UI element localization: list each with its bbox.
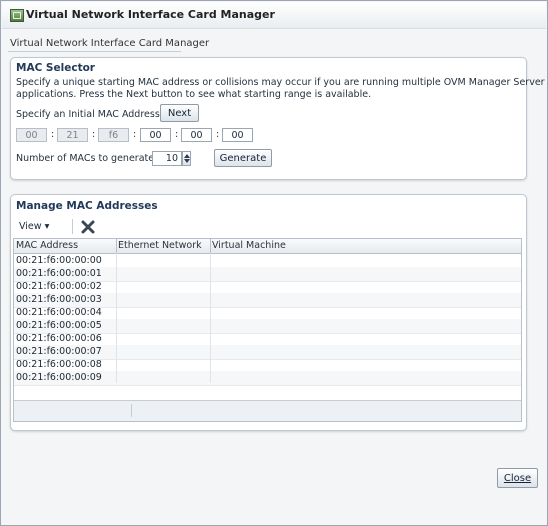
mac-address-cell: 00:21:f6:00:00:03 [16,294,102,305]
column-divider[interactable] [210,239,211,253]
subtitle-divider [8,51,181,52]
column-divider[interactable] [116,239,117,253]
title-bar: Virtual Network Interface Card Manager [2,2,546,29]
mac-address-cell: 00:21:f6:00:00:04 [16,307,102,318]
mac-address-cell: 00:21:f6:00:00:09 [16,372,102,383]
initial-mac-label: Specify an Initial MAC Address: [16,109,163,120]
mac-octet-5-input[interactable]: 00 [181,128,212,142]
vnic-manager-dialog: Virtual Network Interface Card Manager V… [0,0,548,526]
spinner-down-icon[interactable] [184,159,190,163]
mac-separator: : [92,129,96,140]
mac-address-cell: 00:21:f6:00:00:00 [16,255,102,266]
mac-octet-2: 21 [57,128,88,142]
mac-selector-title: MAC Selector [16,62,95,74]
column-divider [210,253,211,383]
table-status-bar [14,400,521,421]
table-toolbar: View ▾ [13,217,522,237]
mac-separator: : [51,129,55,140]
column-header-virtual-machine[interactable]: Virtual Machine [212,240,286,251]
mac-octet-4-input[interactable]: 00 [140,128,171,142]
manage-mac-title: Manage MAC Addresses [16,200,158,212]
mac-address-cell: 00:21:f6:00:00:01 [16,268,102,279]
mac-address-cell: 00:21:f6:00:00:05 [16,320,102,331]
next-button[interactable]: Next [160,104,199,122]
column-divider [116,253,117,383]
mac-selector-description: Specify a unique starting MAC address or… [16,77,545,88]
mac-address-cell: 00:21:f6:00:00:06 [16,333,102,344]
toolbar-divider [72,219,73,234]
window-title: Virtual Network Interface Card Manager [26,8,275,21]
mac-count-label: Number of MACs to generate: [16,153,158,164]
mac-address-cell: 00:21:f6:00:00:02 [16,281,102,292]
mac-separator: : [133,129,137,140]
delete-x-icon[interactable] [80,219,96,235]
mac-separator: : [216,129,220,140]
table-row[interactable]: 00:21:f6:00:00:09 [14,371,521,386]
page-subtitle: Virtual Network Interface Card Manager [10,38,210,49]
mac-octet-6-input[interactable]: 00 [222,128,253,142]
mac-octet-3: f6 [98,128,129,142]
mac-selector-description-2: applications. Press the Next button to s… [16,89,372,100]
generate-button[interactable]: Generate [214,149,272,167]
view-menu-button[interactable]: View ▾ [19,221,49,232]
spinner-up-icon[interactable] [184,154,190,158]
mac-address-cell: 00:21:f6:00:00:07 [16,346,102,357]
close-button[interactable]: Close [497,468,538,488]
status-divider [131,404,132,417]
column-header-ethernet-network[interactable]: Ethernet Network [118,240,202,251]
column-header-mac-address[interactable]: MAC Address [16,240,78,251]
window-icon [10,9,24,22]
mac-address-cell: 00:21:f6:00:00:08 [16,359,102,370]
mac-octet-1: 00 [16,128,47,142]
mac-separator: : [175,129,179,140]
mac-address-table: MAC Address Ethernet Network Virtual Mac… [13,238,522,422]
table-header: MAC Address Ethernet Network Virtual Mac… [14,239,521,254]
mac-count-input[interactable]: 10 [152,151,182,166]
mac-count-spinner[interactable] [182,151,191,166]
